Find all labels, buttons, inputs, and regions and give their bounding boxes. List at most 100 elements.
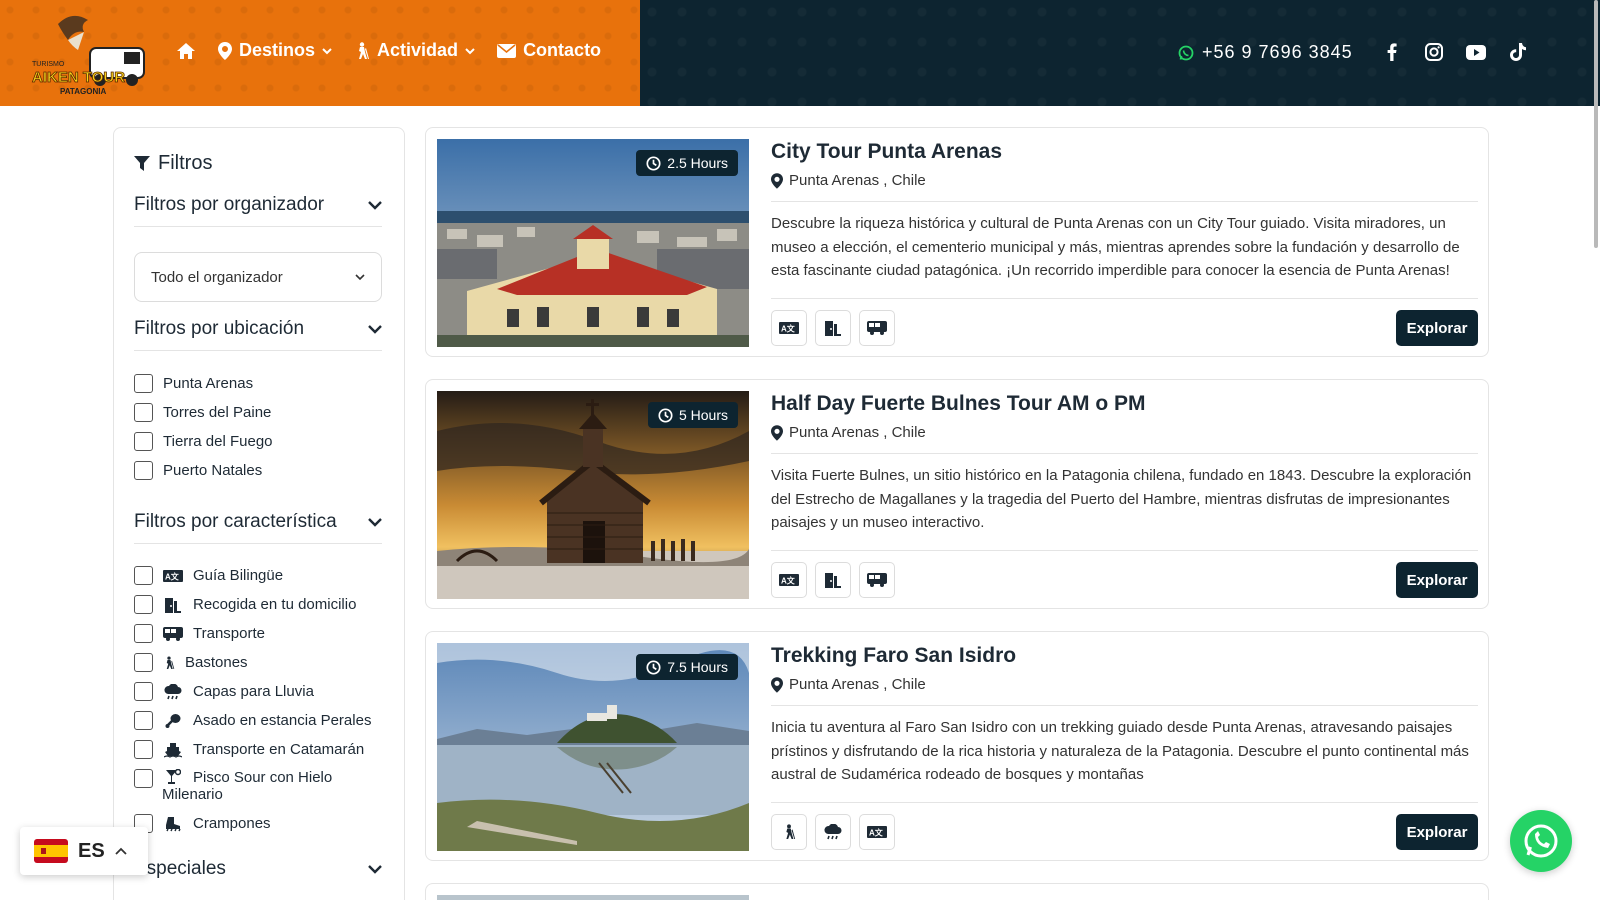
- feature-filter-title: Filtros por característica: [134, 511, 337, 532]
- duration-text: 2.5 Hours: [667, 155, 728, 171]
- location-filter-toggle[interactable]: Filtros por ubicación: [134, 318, 382, 351]
- drumstick-icon: [163, 713, 183, 729]
- special-filter-toggle[interactable]: Especiales: [134, 858, 382, 890]
- checkbox[interactable]: [134, 595, 153, 614]
- feature-option-recogida[interactable]: Recogida en tu domicilio: [134, 595, 356, 614]
- feature-label: Crampones: [193, 815, 271, 832]
- filter-icon: [134, 155, 150, 171]
- chevron-down-icon: [465, 47, 475, 54]
- checkbox[interactable]: [134, 682, 153, 701]
- facebook-icon[interactable]: [1382, 42, 1402, 62]
- checkbox[interactable]: [134, 432, 153, 451]
- language-switcher[interactable]: ES: [20, 827, 148, 875]
- bus-icon[interactable]: [859, 310, 895, 346]
- checkbox[interactable]: [134, 374, 153, 393]
- tiktok-icon[interactable]: [1508, 42, 1528, 62]
- door-icon[interactable]: [815, 310, 851, 346]
- tour-features: A文: [771, 562, 895, 598]
- feature-option-bastones[interactable]: Bastones: [134, 653, 248, 672]
- location-option-torres-del-paine[interactable]: Torres del Paine: [134, 403, 271, 422]
- feature-option-transporte[interactable]: Transporte: [134, 624, 265, 643]
- organizer-filter-toggle[interactable]: Filtros por organizador: [134, 194, 382, 227]
- feature-label: Guía Bilingüe: [193, 567, 284, 584]
- explore-button[interactable]: Explorar: [1396, 310, 1478, 346]
- feature-option-capas[interactable]: Capas para Lluvia: [134, 682, 314, 701]
- checkbox[interactable]: [134, 711, 153, 730]
- location-option-punta-arenas[interactable]: Punta Arenas: [134, 374, 253, 393]
- nav-destinos[interactable]: Destinos: [218, 40, 332, 61]
- translate-icon[interactable]: A文: [771, 562, 807, 598]
- social-links: [1382, 42, 1528, 62]
- checkbox[interactable]: [134, 566, 153, 585]
- tour-title[interactable]: Half Day Fuerte Bulnes Tour AM o PM: [771, 392, 1146, 416]
- location-option-tierra-del-fuego[interactable]: Tierra del Fuego: [134, 432, 273, 451]
- feature-filter-toggle[interactable]: Filtros por característica: [134, 511, 382, 544]
- chevron-down-icon: [355, 273, 365, 280]
- instagram-icon[interactable]: [1424, 42, 1444, 62]
- duration-text: 7.5 Hours: [667, 659, 728, 675]
- svg-text:A文: A文: [781, 324, 796, 334]
- nav-actividad[interactable]: Actividad: [354, 40, 475, 61]
- feature-option-guia-bilingue[interactable]: A文 Guía Bilingüe: [134, 566, 283, 585]
- tour-title[interactable]: City Tour Punta Arenas: [771, 140, 1002, 164]
- divider: [771, 298, 1478, 299]
- page-scrollbar[interactable]: [1594, 0, 1598, 248]
- checkbox[interactable]: [134, 624, 153, 643]
- site-logo[interactable]: TURISMO AIKEN TOUR PATAGONIA: [28, 10, 150, 98]
- divider: [771, 705, 1478, 706]
- phone-link[interactable]: +56 9 7696 3845: [1178, 42, 1353, 63]
- whatsapp-button[interactable]: [1510, 810, 1572, 872]
- organizer-filter-title: Filtros por organizador: [134, 194, 325, 215]
- tour-image-city[interactable]: 2.5 Hours: [437, 139, 749, 347]
- organizer-select[interactable]: Todo el organizador: [134, 252, 382, 302]
- divider: [771, 802, 1478, 803]
- feature-label: Transporte: [193, 625, 265, 642]
- divider: [771, 550, 1478, 551]
- youtube-icon[interactable]: [1466, 42, 1486, 62]
- duration-text: 5 Hours: [678, 407, 728, 423]
- checkbox[interactable]: [134, 769, 153, 788]
- checkbox[interactable]: [134, 653, 153, 672]
- nav-actividad-label: Actividad: [377, 40, 459, 60]
- rain-cloud-icon: [163, 683, 183, 700]
- chevron-down-icon: [368, 865, 382, 874]
- tour-description: Visita Fuerte Bulnes, un sitio histórico…: [771, 467, 1472, 531]
- map-pin-icon: [771, 676, 783, 693]
- location-label: Puerto Natales: [163, 462, 263, 479]
- feature-option-crampones[interactable]: Crampones: [134, 814, 271, 833]
- nav-contacto[interactable]: Contacto: [497, 40, 601, 61]
- bus-icon: [163, 626, 183, 642]
- checkbox[interactable]: [134, 403, 153, 422]
- checkbox[interactable]: [134, 461, 153, 480]
- bus-icon[interactable]: [859, 562, 895, 598]
- translate-icon[interactable]: A文: [771, 310, 807, 346]
- feature-option-asado[interactable]: Asado en estancia Perales: [134, 711, 371, 730]
- explore-button[interactable]: Explorar: [1396, 814, 1478, 850]
- phone-number: +56 9 7696 3845: [1202, 42, 1353, 62]
- location-label: Punta Arenas: [163, 375, 254, 392]
- language-code: ES: [78, 839, 105, 862]
- hiker-icon[interactable]: [771, 814, 807, 850]
- nav-home[interactable]: [176, 42, 196, 60]
- chevron-up-icon: [115, 847, 127, 855]
- map-pin-icon: [771, 172, 783, 189]
- rain-cloud-icon[interactable]: [815, 814, 851, 850]
- duration-badge: 5 Hours: [647, 402, 738, 428]
- filters-sidebar: Filtros Filtros por organizador Todo el …: [113, 127, 405, 900]
- feature-label-continued: Milenario: [162, 786, 223, 803]
- door-icon[interactable]: [815, 562, 851, 598]
- translate-icon[interactable]: A文: [859, 814, 895, 850]
- feature-label: Pisco Sour con Hielo: [193, 769, 333, 786]
- location-option-puerto-natales[interactable]: Puerto Natales: [134, 461, 262, 480]
- tour-image-fuerte-bulnes[interactable]: 5 Hours: [437, 391, 749, 599]
- header-nav-area: TURISMO AIKEN TOUR PATAGONIA Destinos Ac…: [0, 0, 640, 106]
- feature-option-catamaran[interactable]: Transporte en Catamarán: [134, 740, 364, 759]
- tour-image-faro-san-isidro[interactable]: 7.5 Hours: [437, 643, 749, 851]
- tour-title[interactable]: Trekking Faro San Isidro: [771, 644, 1016, 668]
- checkbox[interactable]: [134, 740, 153, 759]
- tour-features: A文: [771, 814, 895, 850]
- feature-label: Asado en estancia Perales: [193, 712, 372, 729]
- explore-button[interactable]: Explorar: [1396, 562, 1478, 598]
- tour-location: Punta Arenas , Chile: [771, 676, 926, 693]
- tour-image-partial[interactable]: [437, 895, 749, 900]
